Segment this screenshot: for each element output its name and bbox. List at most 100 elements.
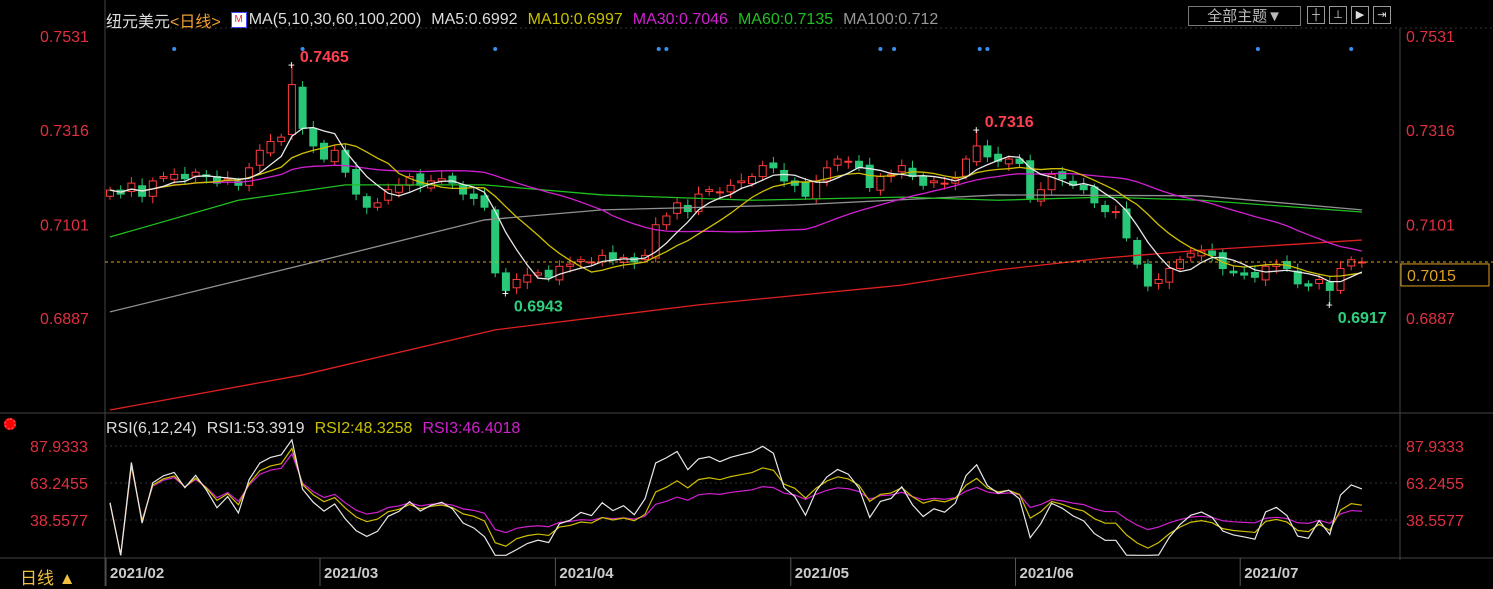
candle-down — [1229, 270, 1238, 274]
extreme-label: 0.7465 — [300, 49, 349, 66]
candle-down — [1143, 263, 1152, 287]
candle-up — [287, 84, 296, 136]
candle-up — [159, 176, 168, 179]
extreme-marker: + — [502, 286, 509, 300]
date-label: 2021/02 — [110, 565, 164, 582]
extreme-marker: + — [288, 58, 295, 72]
candle-up — [373, 202, 382, 208]
timeframe-toggle[interactable]: 日线 ▲ — [20, 564, 76, 589]
theme-dropdown[interactable]: 全部主题▼ — [1188, 6, 1301, 26]
ma100-line — [109, 194, 1362, 313]
ma60-value: MA60:0.7135 — [737, 11, 834, 28]
move-right-icon[interactable]: ⇥ — [1373, 6, 1391, 24]
candle-up — [576, 259, 585, 263]
candle-up — [1336, 268, 1345, 291]
rsi-tick-right: 87.9333 — [1406, 439, 1464, 456]
candle-down — [309, 127, 318, 147]
candle-down — [1079, 184, 1088, 191]
date-label: 2021/07 — [1244, 565, 1298, 582]
candle-up — [940, 182, 949, 185]
zoom-range-icon[interactable]: ⊥ — [1329, 6, 1347, 24]
candle-up — [662, 215, 671, 226]
candle-up — [523, 274, 532, 283]
extreme-marker: + — [1326, 298, 1333, 312]
ma-label: MA(5,10,30,60,100,200) — [248, 11, 422, 28]
date-label: 2021/06 — [1020, 565, 1074, 582]
candle-up — [876, 176, 885, 191]
candle-down — [544, 269, 553, 278]
candle-down — [1101, 204, 1110, 213]
ma30-line — [109, 164, 1363, 252]
ma10-line — [109, 143, 1362, 278]
event-marker — [1349, 47, 1354, 51]
price-tick-right: 0.7316 — [1406, 123, 1455, 140]
ma100-value: MA100:0.712 — [843, 11, 939, 28]
ma-indicator-icon[interactable]: M — [230, 12, 247, 28]
extreme-marker: + — [973, 123, 980, 137]
candle-down — [1325, 281, 1334, 291]
extreme-label: 0.6943 — [514, 298, 563, 315]
alert-icon[interactable] — [4, 418, 16, 430]
candle-down — [1058, 171, 1067, 180]
candle-up — [897, 165, 906, 173]
price-tick-left: 0.7101 — [40, 217, 89, 234]
candle-up — [758, 165, 767, 178]
candle-up — [437, 178, 446, 182]
candle-down — [1026, 160, 1035, 199]
rsi-tick-left: 87.9333 — [30, 439, 88, 456]
candle-up — [929, 180, 938, 184]
candle-down — [298, 86, 307, 129]
rsi-tick-right: 63.2455 — [1406, 476, 1464, 493]
candle-up — [191, 171, 200, 177]
price-tick-left: 0.7316 — [40, 123, 89, 140]
event-marker — [892, 47, 897, 51]
candle-down — [1240, 272, 1249, 276]
candle-down — [780, 169, 789, 182]
candle-down — [608, 252, 617, 261]
candle-down — [1133, 239, 1142, 265]
candle-down — [769, 162, 778, 169]
candle-down — [320, 142, 328, 160]
rsi2-value: RSI2:48.3258 — [314, 420, 413, 437]
price-tick-left: 0.6887 — [40, 311, 89, 328]
ma5-value: MA5:0.6992 — [431, 11, 518, 28]
candle-up — [972, 145, 981, 163]
candle-up — [812, 180, 821, 200]
candle-up — [1154, 278, 1163, 284]
price-tick-right: 0.7531 — [1406, 29, 1455, 46]
rsi-label: RSI(6,12,24) — [106, 420, 197, 437]
candle-up — [1004, 158, 1013, 165]
candle-up — [726, 184, 735, 193]
candle-down — [1250, 271, 1259, 278]
candle-up — [1176, 259, 1184, 270]
candle-down — [983, 145, 992, 158]
play-icon[interactable]: ▶ — [1351, 6, 1369, 24]
candle-up — [844, 160, 853, 163]
candle-down — [352, 169, 361, 195]
rsi-header: RSI(6,12,24) RSI1:53.3919 RSI2:48.3258 R… — [106, 420, 520, 438]
date-label: 2021/05 — [795, 565, 849, 582]
event-marker — [664, 47, 669, 51]
candle-up — [566, 263, 575, 267]
event-marker — [493, 47, 498, 51]
candle-up — [170, 173, 179, 180]
candle-up — [737, 180, 746, 184]
ma5-line — [109, 126, 1363, 283]
candlestick-chart[interactable]: 0.7531 0.7531 0.7316 0.7316 0.7101 0.7101 0.68… — [0, 0, 1493, 586]
candle-down — [919, 176, 928, 186]
candle-up — [266, 141, 275, 154]
candle-up — [1165, 268, 1174, 283]
crosshair-icon[interactable]: ┼ — [1307, 6, 1325, 24]
candle-up — [705, 189, 714, 192]
event-marker — [985, 47, 990, 51]
ma60-line — [109, 184, 1362, 238]
date-label: 2021/04 — [559, 565, 614, 582]
candle-down — [362, 196, 371, 208]
event-marker — [300, 47, 305, 51]
price-tick-left: 0.7531 — [40, 29, 89, 46]
candle-up — [1111, 211, 1120, 214]
candle-up — [512, 278, 521, 289]
candle-up — [1261, 265, 1270, 281]
period-label[interactable]: <日线> — [170, 8, 221, 32]
rsi1-line — [109, 438, 1363, 556]
